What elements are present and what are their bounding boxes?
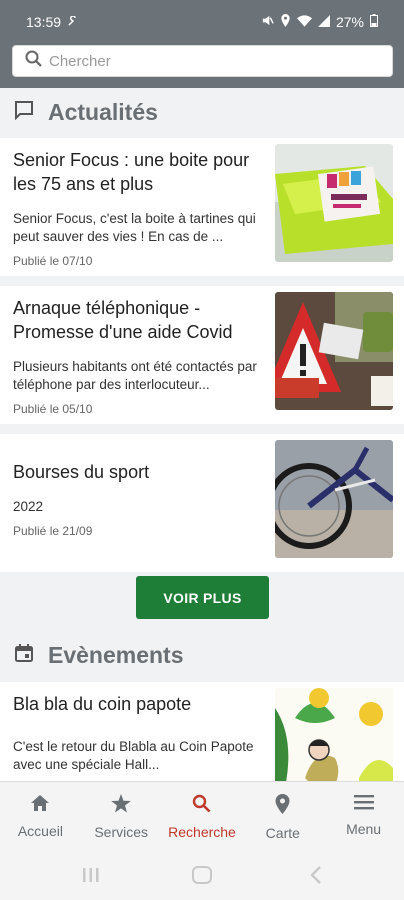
news-card[interactable]: Senior Focus : une boite pour les 75 ans…: [0, 138, 404, 276]
news-title: Bourses du sport: [13, 462, 150, 482]
news-thumbnail: [275, 144, 393, 262]
home-button-icon[interactable]: [192, 866, 212, 889]
news-excerpt: Senior Focus, c'est la boite à tartines …: [13, 211, 256, 244]
nav-label: Accueil: [17, 823, 63, 839]
events-section-header: Evènements: [0, 631, 404, 679]
voir-plus-button[interactable]: VOIR PLUS: [136, 576, 269, 619]
event-excerpt: C'est le retour du Blabla au Coin Papote…: [13, 739, 254, 772]
search-input[interactable]: Chercher: [12, 45, 393, 77]
search-bar-container: Chercher: [0, 42, 404, 88]
home-icon: [30, 794, 50, 815]
nav-item-menu[interactable]: Menu: [323, 782, 404, 849]
nav-item-carte[interactable]: Carte: [242, 782, 323, 849]
status-bar: 13:59 27%: [0, 0, 404, 42]
news-thumbnail: [275, 292, 393, 410]
recent-apps-icon[interactable]: [82, 867, 100, 888]
nav-item-services[interactable]: Services: [81, 782, 162, 849]
news-card[interactable]: Bourses du sport 2022 Publié le 21/09: [0, 434, 404, 572]
menu-icon: [353, 794, 374, 813]
location-icon: [280, 14, 291, 30]
news-date: Publié le 05/10: [13, 402, 93, 416]
nav-item-recherche[interactable]: Recherche: [162, 782, 243, 849]
signal-icon: [317, 14, 330, 30]
news-title: Senior Focus : une boite pour les 75 ans…: [13, 150, 250, 194]
events-heading: Evènements: [48, 641, 184, 668]
nav-label: Carte: [265, 825, 300, 841]
news-date: Publié le 07/10: [13, 254, 93, 268]
bottom-navigation: Accueil Services Recherche Carte Menu: [0, 781, 404, 849]
news-heading: Actualités: [48, 98, 158, 125]
battery-icon: [370, 14, 378, 30]
wifi-icon: [296, 14, 312, 30]
news-card[interactable]: Arnaque téléphonique - Promesse d'une ai…: [0, 286, 404, 424]
nav-item-accueil[interactable]: Accueil: [0, 782, 81, 849]
map-pin-icon: [275, 794, 290, 817]
wrench-icon: [67, 14, 78, 30]
mute-icon: [261, 14, 274, 30]
news-date: Publié le 21/09: [13, 524, 93, 538]
calendar-icon: [14, 643, 34, 668]
search-icon: [192, 794, 211, 816]
comment-icon: [14, 100, 34, 125]
event-thumbnail: [275, 688, 393, 781]
news-section-header: Actualités: [0, 88, 404, 136]
news-thumbnail: [275, 440, 393, 558]
back-icon[interactable]: [310, 866, 322, 889]
news-excerpt: Plusieurs habitants ont été contactés pa…: [13, 359, 257, 392]
nav-label: Services: [94, 824, 149, 840]
news-title: Arnaque téléphonique - Promesse d'une ai…: [13, 298, 233, 342]
event-title: Bla bla du coin papote: [13, 694, 192, 714]
star-icon: [111, 794, 131, 816]
nav-label: Menu: [346, 821, 382, 837]
system-navigation-bar: [0, 849, 404, 900]
status-time: 13:59: [26, 14, 62, 30]
nav-label: Recherche: [168, 824, 236, 840]
search-placeholder: Chercher: [49, 52, 111, 70]
battery-level: 27%: [335, 14, 364, 30]
search-icon: [25, 50, 43, 72]
main-content[interactable]: Actualités Senior Focus : une boite pour…: [0, 88, 404, 781]
event-card[interactable]: Bla bla du coin papote C'est le retour d…: [0, 682, 404, 781]
